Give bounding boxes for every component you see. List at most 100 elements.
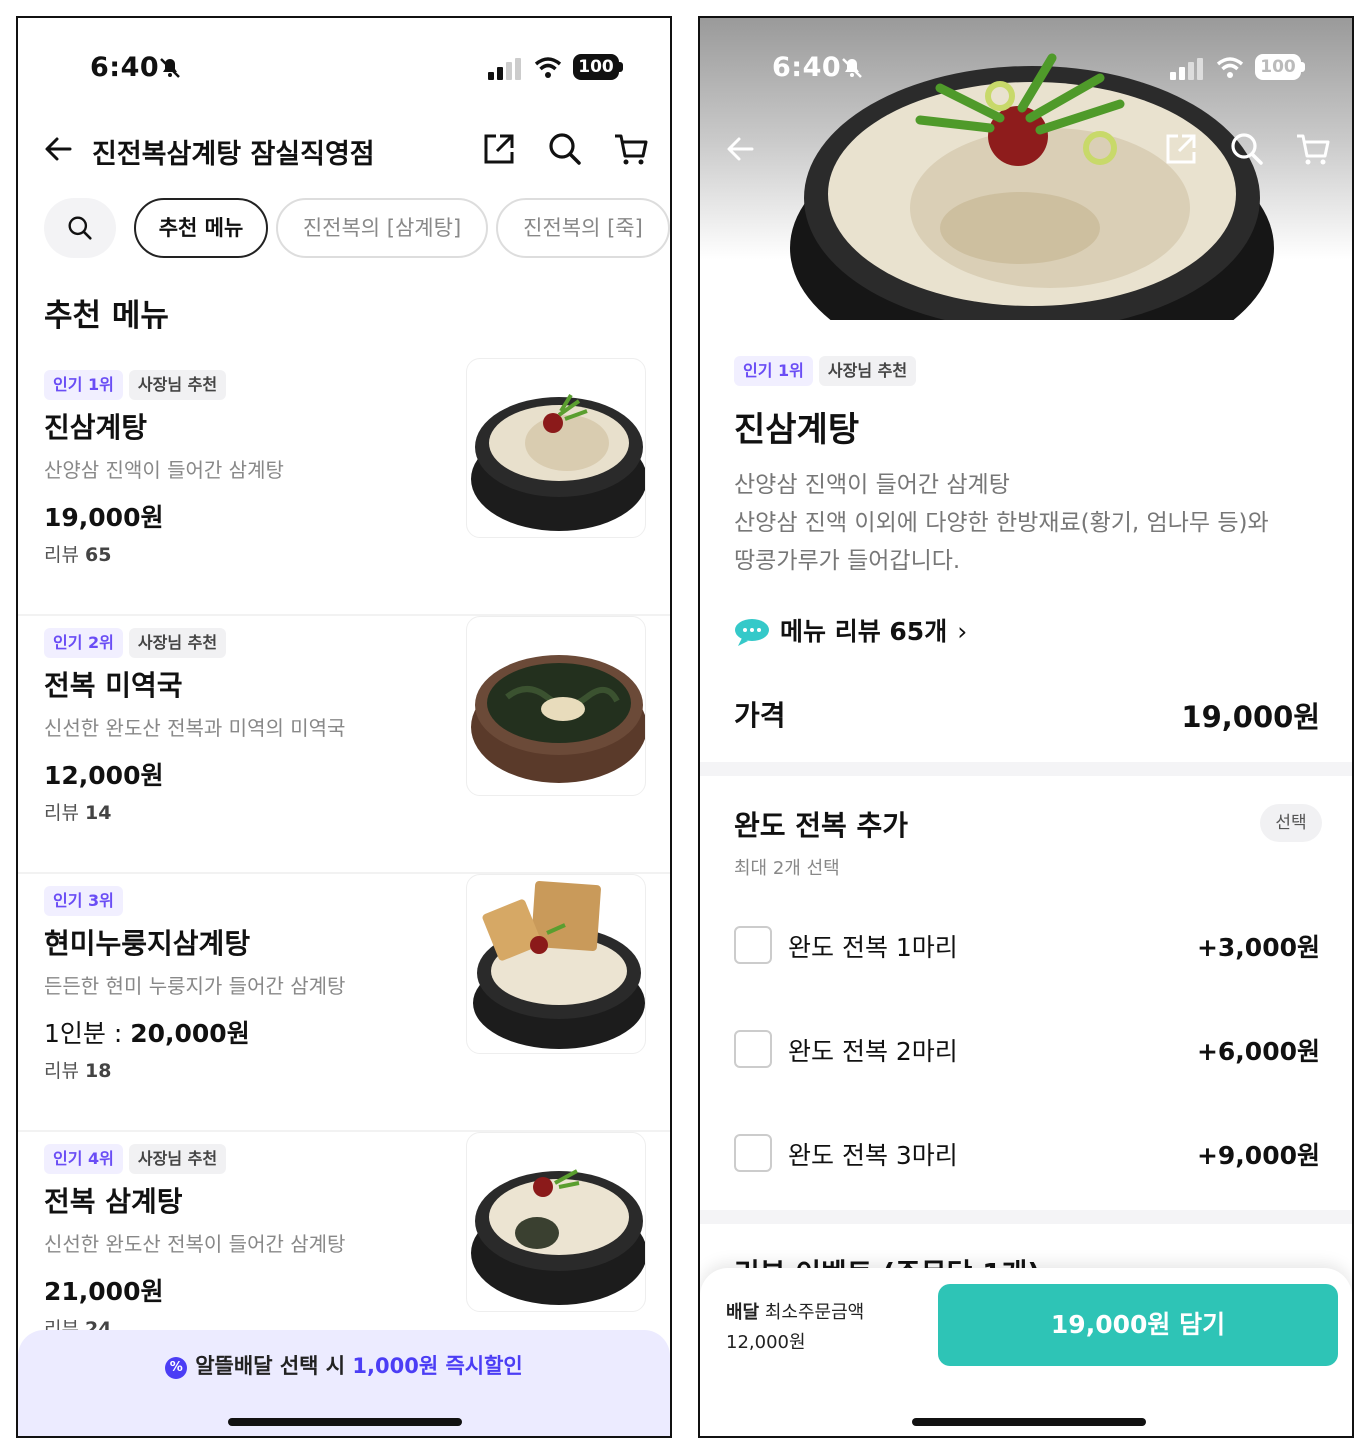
menu-price: 1인분 : 20,000원 (44, 1019, 250, 1048)
price-row: 가격 19,000원 (734, 694, 1320, 734)
status-bar: 6:40 100 (700, 18, 1352, 118)
menu-name: 진삼계탕 (734, 410, 860, 450)
share-icon[interactable] (480, 130, 518, 168)
price-label: 가격 (734, 699, 786, 732)
option-label: 완도 전복 3마리 (788, 1141, 958, 1170)
menu-photo (466, 874, 646, 1054)
option-price: +3,000원 (1196, 933, 1320, 962)
chip-recommended[interactable]: 추천 메뉴 (134, 198, 268, 258)
menu-review: 리뷰 18 (44, 1060, 112, 1082)
menu-price: 21,000원 (44, 1277, 164, 1306)
store-title: 진전복삼계탕 잠실직영점 (92, 139, 375, 170)
menu-item[interactable]: 인기 2위 사장님 추천 전복 미역국 신선한 완도산 전복과 미역의 미역국 1… (18, 616, 670, 874)
menu-review: 리뷰 14 (44, 802, 112, 824)
option-optional-tag: 선택 (1260, 804, 1322, 842)
menu-name: 현미누룽지삼계탕 (44, 927, 251, 960)
status-bar: 6:40 100 (18, 18, 670, 118)
wifi-icon (534, 57, 562, 78)
status-time: 6:40 (772, 52, 842, 83)
delivery-min-label: 배달 최소주문금액 (726, 1302, 865, 1323)
owner-badge: 사장님 추천 (818, 356, 917, 386)
battery-tip (619, 62, 623, 72)
chip-porridge[interactable]: 진전복의 [죽] (496, 198, 670, 258)
menu-name: 전복 삼계탕 (44, 1185, 183, 1218)
store-menu-screen: 6:40 100 진전복삼계탕 잠실직영점 추천 메뉴 진전복의 [삼계탕] 진… (16, 16, 672, 1438)
menu-photo (466, 358, 646, 538)
price-value: 19,000원 (1181, 700, 1320, 734)
app-header: 진전복삼계탕 잠실직영점 (18, 118, 670, 182)
menu-photo (466, 1132, 646, 1312)
option-row[interactable]: 완도 전복 2마리 +6,000원 (734, 1028, 1320, 1068)
signal-icon (488, 58, 521, 80)
badges: 인기 2위 사장님 추천 (44, 628, 232, 658)
owner-badge: 사장님 추천 (128, 628, 227, 658)
discount-icon: % (165, 1357, 188, 1379)
home-indicator (228, 1418, 462, 1426)
search-icon[interactable] (546, 130, 584, 168)
bell-off-icon (842, 58, 862, 78)
menu-photo (466, 616, 646, 796)
menu-description: 산양삼 진액이 들어간 삼계탕 산양삼 진액 이외에 다양한 한방재료(황기, … (734, 472, 1269, 574)
battery-icon: 100 (1255, 54, 1301, 80)
menu-item[interactable]: 인기 3위 현미누룽지삼계탕 든든한 현미 누룽지가 들어간 삼계탕 1인분 :… (18, 874, 670, 1132)
battery-tip (1301, 62, 1305, 72)
app-header (700, 118, 1352, 182)
menu-detail-screen: 6:40 100 인기 1위 사장님 추천 진삼계탕 산양삼 진액이 들어간 삼계… (698, 16, 1354, 1438)
rank-badge: 인기 4위 (44, 1144, 123, 1174)
chip-samgyetang[interactable]: 진전복의 [삼계탕] (276, 198, 488, 258)
chip-search-button[interactable] (44, 198, 116, 258)
menu-item[interactable]: 인기 1위 사장님 추천 진삼계탕 산양삼 진액이 들어간 삼계탕 19,000원… (18, 358, 670, 616)
option-checkbox[interactable] (734, 926, 772, 964)
menu-price: 12,000원 (44, 761, 164, 790)
option-checkbox[interactable] (734, 1134, 772, 1172)
share-icon[interactable] (1162, 130, 1200, 168)
cart-icon[interactable] (1294, 130, 1332, 168)
section-divider (700, 1210, 1352, 1224)
section-title: 추천 메뉴 (44, 298, 169, 334)
category-chips: 추천 메뉴 진전복의 [삼계탕] 진전복의 [죽] (44, 198, 670, 258)
add-to-cart-button[interactable]: 19,000원 담기 (938, 1284, 1338, 1366)
owner-badge: 사장님 추천 (128, 370, 227, 400)
wifi-icon (1216, 57, 1244, 78)
badges: 인기 1위 사장님 추천 (44, 370, 232, 400)
menu-review-link[interactable]: 메뉴 리뷰 65개 › (734, 612, 967, 648)
owner-badge: 사장님 추천 (128, 1144, 227, 1174)
rank-badge: 인기 3위 (44, 886, 123, 916)
menu-name: 전복 미역국 (44, 669, 183, 702)
back-arrow-icon[interactable] (42, 132, 76, 166)
option-group-subtitle: 최대 2개 선택 (734, 858, 840, 879)
status-time: 6:40 (90, 52, 160, 83)
delivery-min-value: 12,000원 (726, 1332, 806, 1353)
option-row[interactable]: 완도 전복 3마리 +9,000원 (734, 1132, 1320, 1172)
badges: 인기 1위 사장님 추천 (734, 356, 922, 386)
option-checkbox[interactable] (734, 1030, 772, 1068)
option-group-title: 완도 전복 추가 (734, 809, 909, 842)
rank-badge: 인기 1위 (734, 356, 813, 386)
back-arrow-icon[interactable] (724, 132, 758, 166)
chat-bubble-icon (735, 619, 769, 646)
promo-text: % 알뜰배달 선택 시 1,000원 즉시할인 (18, 1350, 670, 1380)
option-label: 완도 전복 1마리 (788, 933, 958, 962)
bell-off-icon (160, 58, 180, 78)
option-price: +6,000원 (1196, 1037, 1320, 1066)
badges: 인기 4위 사장님 추천 (44, 1144, 232, 1174)
menu-desc: 든든한 현미 누룽지가 들어간 삼계탕 (44, 974, 346, 998)
menu-price: 19,000원 (44, 503, 164, 532)
home-indicator (912, 1418, 1146, 1426)
option-price: +9,000원 (1196, 1141, 1320, 1170)
menu-desc: 신선한 완도산 전복과 미역의 미역국 (44, 716, 346, 740)
section-divider (700, 762, 1352, 776)
menu-name: 진삼계탕 (44, 411, 148, 444)
cart-icon[interactable] (612, 130, 650, 168)
chevron-right-icon: › (957, 617, 968, 646)
option-row[interactable]: 완도 전복 1마리 +3,000원 (734, 924, 1320, 964)
search-icon[interactable] (1228, 130, 1266, 168)
option-label: 완도 전복 2마리 (788, 1037, 958, 1066)
badges: 인기 3위 (44, 886, 129, 916)
search-icon (68, 216, 92, 240)
rank-badge: 인기 2위 (44, 628, 123, 658)
menu-desc: 신선한 완도산 전복이 들어간 삼계탕 (44, 1232, 346, 1256)
signal-icon (1170, 58, 1203, 80)
order-bottom-bar: 배달 최소주문금액 12,000원 19,000원 담기 (700, 1268, 1352, 1436)
battery-icon: 100 (573, 54, 619, 80)
